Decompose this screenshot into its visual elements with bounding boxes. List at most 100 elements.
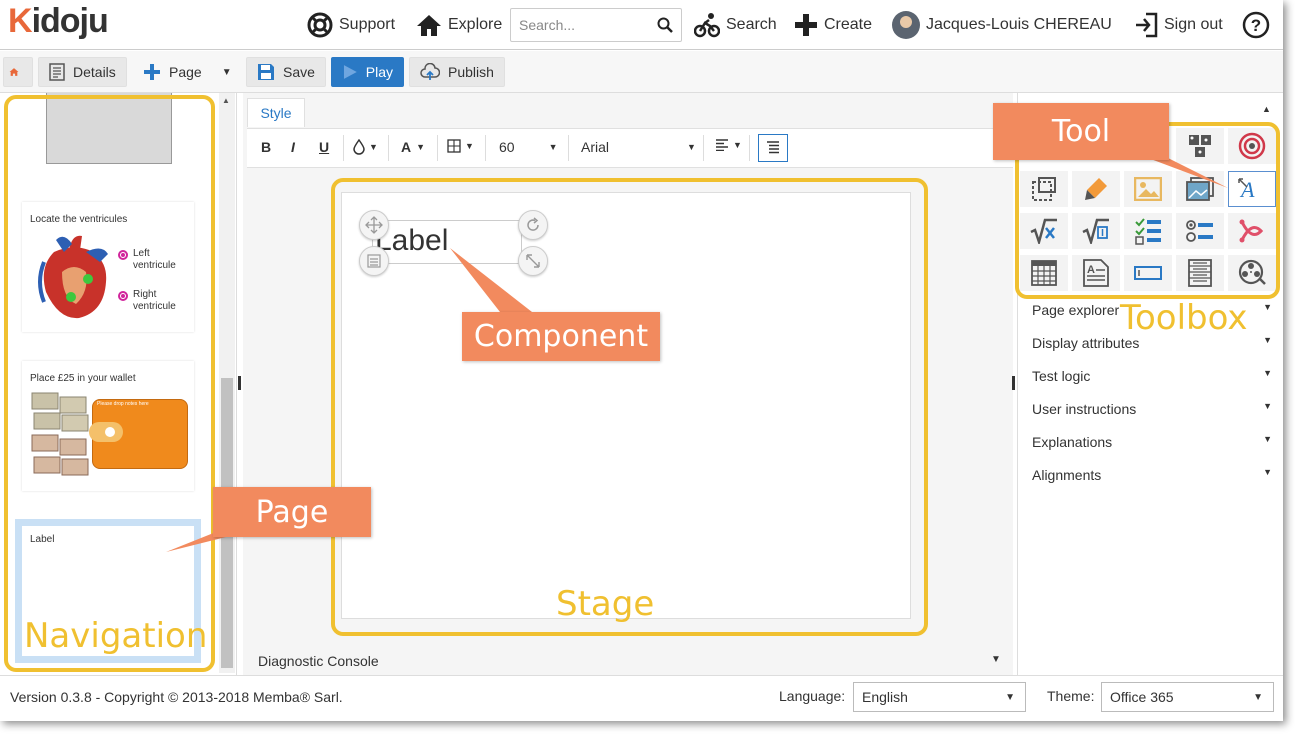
user-menu[interactable]: Jacques-Louis CHEREAU — [892, 8, 1112, 42]
search-action-label: Search — [726, 16, 777, 33]
section-user-instructions[interactable]: User instructions ▼ — [1032, 401, 1272, 417]
splitter-handle[interactable] — [238, 376, 241, 390]
play-icon — [343, 65, 357, 79]
chevron-down-icon: ▼ — [369, 142, 378, 152]
page-button[interactable]: Page ▼ — [132, 57, 243, 87]
home-icon — [9, 68, 19, 76]
align-button[interactable]: ▼ — [715, 139, 742, 151]
top-navbar: Kidoju Support Explore Search Create Jac… — [0, 0, 1283, 50]
stage-highlight — [331, 178, 928, 636]
italic-button[interactable]: I — [291, 139, 295, 155]
chevron-down-icon[interactable]: ▼ — [222, 67, 232, 78]
navigation-annotation: Navigation — [24, 616, 208, 656]
explore-link[interactable]: Explore — [416, 8, 502, 42]
user-name: Jacques-Louis CHEREAU — [926, 16, 1112, 33]
chevron-down-icon: ▼ — [465, 141, 474, 151]
details-label: Details — [73, 64, 116, 80]
tab-style[interactable]: Style — [247, 98, 305, 127]
droplet-icon — [353, 139, 365, 155]
help-button[interactable]: ? — [1242, 8, 1276, 42]
cloud-upload-icon — [420, 63, 440, 80]
search-link[interactable]: Search — [694, 8, 777, 42]
publish-label: Publish — [448, 64, 494, 80]
search-icon[interactable] — [657, 17, 673, 33]
search-input[interactable] — [511, 9, 651, 41]
diagnostic-console[interactable]: Diagnostic Console ▼ — [243, 648, 1013, 674]
chevron-down-icon: ▼ — [548, 142, 558, 152]
chevron-down-icon: ▼ — [1263, 335, 1272, 345]
chevron-down-icon: ▼ — [1263, 302, 1272, 312]
section-explanations[interactable]: Explanations ▼ — [1032, 434, 1272, 450]
font-family-select[interactable]: Arial ▼ — [581, 139, 696, 155]
chevron-down-icon: ▼ — [1263, 434, 1272, 444]
language-label: Language: — [779, 688, 846, 704]
section-alignments[interactable]: Alignments ▼ — [1032, 467, 1272, 483]
support-label: Support — [339, 16, 396, 33]
scroll-up-icon[interactable]: ▲ — [222, 96, 230, 105]
create-label: Create — [824, 16, 873, 33]
save-icon — [258, 64, 274, 80]
splitter-handle[interactable] — [1012, 376, 1015, 390]
chevron-down-icon: ▼ — [1253, 692, 1263, 703]
svg-text:?: ? — [1251, 16, 1261, 35]
details-button[interactable]: Details — [38, 57, 127, 87]
explore-label: Explore — [448, 16, 503, 33]
help-icon: ? — [1242, 11, 1270, 39]
diagnostic-label: Diagnostic Console — [258, 653, 379, 669]
chevron-down-icon: ▼ — [733, 140, 742, 150]
app-window: Kidoju Support Explore Search Create Jac… — [0, 0, 1283, 721]
divider — [703, 135, 704, 161]
chevron-down-icon: ▼ — [416, 142, 426, 152]
wrap-text-button[interactable] — [758, 134, 788, 162]
underline-button[interactable]: U — [319, 139, 329, 155]
plus-icon — [795, 14, 817, 36]
signout-label: Sign out — [1164, 16, 1223, 33]
toolbox-annotation: Toolbox — [1120, 298, 1248, 338]
divider — [388, 135, 389, 161]
paragraph-icon — [767, 141, 779, 154]
create-link[interactable]: Create — [794, 8, 872, 42]
signout-link[interactable]: Sign out — [1134, 8, 1223, 42]
home-icon — [417, 15, 441, 36]
kidoju-logo[interactable]: Kidoju — [8, 2, 109, 41]
collapse-icon[interactable]: ▲ — [1262, 104, 1271, 114]
chevron-down-icon: ▼ — [1005, 692, 1015, 703]
divider — [343, 135, 344, 161]
publish-button[interactable]: Publish — [409, 57, 505, 87]
footer: Version 0.3.8 - Copyright © 2013-2018 Me… — [0, 675, 1283, 721]
home-button[interactable] — [3, 57, 33, 87]
section-test-logic[interactable]: Test logic ▼ — [1032, 368, 1272, 384]
divider — [485, 135, 486, 161]
chevron-down-icon: ▼ — [1263, 368, 1272, 378]
play-button[interactable]: Play — [331, 57, 404, 87]
stage-annotation: Stage — [556, 584, 655, 624]
save-button[interactable]: Save — [246, 57, 326, 87]
fill-color-button[interactable]: ▼ — [353, 139, 378, 155]
avatar — [892, 11, 920, 39]
border-icon — [447, 139, 461, 153]
divider — [568, 135, 569, 161]
version-text: Version 0.3.8 - Copyright © 2013-2018 Me… — [10, 689, 343, 705]
border-button[interactable]: ▼ — [447, 139, 474, 153]
language-select[interactable]: English ▼ — [853, 682, 1026, 712]
text-color-button[interactable]: A ▼ — [401, 139, 425, 155]
search-box — [510, 8, 682, 42]
cyclist-icon — [694, 13, 720, 38]
chevron-down-icon: ▼ — [687, 142, 696, 152]
signout-icon — [1136, 12, 1158, 38]
chevron-down-icon: ▼ — [1263, 401, 1272, 411]
support-link[interactable]: Support — [307, 8, 395, 42]
divider — [749, 135, 750, 161]
navigation-highlight — [4, 95, 215, 672]
play-label: Play — [365, 64, 393, 80]
divider — [437, 135, 438, 161]
save-label: Save — [283, 64, 315, 80]
chevron-down-icon[interactable]: ▼ — [991, 654, 1001, 665]
lifebuoy-icon — [307, 12, 333, 38]
page-callout: Page — [213, 487, 371, 537]
theme-select[interactable]: Office 365 ▼ — [1101, 682, 1274, 712]
bold-button[interactable]: B — [261, 139, 271, 155]
theme-label: Theme: — [1047, 688, 1095, 704]
tool-callout: Tool — [993, 103, 1169, 160]
font-size-select[interactable]: 60 ▼ — [499, 139, 558, 155]
